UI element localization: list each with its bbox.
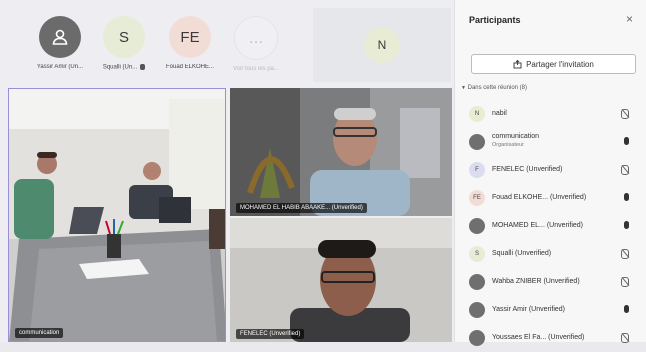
mic-muted-icon bbox=[621, 109, 629, 119]
video-fenelec[interactable]: FENELEC (Unverified) bbox=[230, 218, 452, 342]
participant-list: N nabil communication Organisateur F FEN… bbox=[455, 100, 646, 352]
person-icon bbox=[52, 29, 68, 45]
avatar: F bbox=[469, 162, 485, 178]
close-icon[interactable]: × bbox=[626, 12, 633, 26]
participant-row[interactable]: S Squalli (Unverified) bbox=[455, 240, 646, 268]
participant-name: communication bbox=[492, 133, 540, 140]
more-icon: … bbox=[234, 16, 278, 60]
mic-off-icon bbox=[140, 64, 146, 70]
tile-fouad[interactable]: FE Fouad ELKOHE... bbox=[154, 8, 226, 82]
meeting-stage: Yassir Amir (Un... S Squalli (Un... FE F… bbox=[0, 0, 454, 342]
person-icon bbox=[469, 134, 485, 150]
person-icon bbox=[469, 330, 485, 346]
participant-name: Squalli (Unverified) bbox=[492, 250, 552, 257]
avatar: S bbox=[469, 246, 485, 262]
share-invite-button[interactable]: Partager l'invitation bbox=[471, 54, 636, 74]
conference-room-image bbox=[9, 89, 225, 341]
tile-squalli[interactable]: S Squalli (Un... bbox=[88, 8, 160, 82]
share-icon bbox=[513, 59, 522, 68]
tile-name: Fouad ELKOHE... bbox=[165, 64, 215, 70]
participant-role: Organisateur bbox=[492, 142, 524, 148]
participant-row[interactable]: F FENELEC (Unverified) bbox=[455, 156, 646, 184]
tile-see-all[interactable]: … Voir tous les pa... bbox=[220, 8, 292, 82]
share-label: Partager l'invitation bbox=[526, 59, 594, 69]
participant-name: MOHAMED EL... (Unverified) bbox=[492, 222, 584, 229]
mic-muted-icon bbox=[621, 249, 629, 259]
participant-row[interactable]: Yassir Amir (Unverified) bbox=[455, 296, 646, 324]
tile-name: Squalli (Un... bbox=[102, 64, 138, 71]
video-label: communication bbox=[15, 328, 64, 338]
avatar: N bbox=[469, 106, 485, 122]
tile-name: Yassir Amir (Un... bbox=[36, 64, 84, 70]
avatar: N bbox=[364, 27, 400, 63]
avatar: S bbox=[103, 16, 145, 58]
video-label: FENELEC (Unverified) bbox=[236, 329, 305, 339]
panel-title: Participants bbox=[469, 15, 521, 25]
video-communication[interactable]: communication bbox=[8, 88, 226, 342]
mic-icon bbox=[624, 221, 629, 229]
avatar: FE bbox=[169, 16, 211, 58]
participant-name: Wahba ZNIBER (Unverified) bbox=[492, 278, 580, 285]
participant-name: Yassir Amir (Unverified) bbox=[492, 306, 565, 313]
participant-row[interactable]: FE Fouad ELKOHE... (Unverified) bbox=[455, 184, 646, 212]
participant-row[interactable]: Youssaes El Fa... (Unverified) bbox=[455, 324, 646, 352]
participant-row[interactable]: Wahba ZNIBER (Unverified) bbox=[455, 268, 646, 296]
participant-row[interactable]: MOHAMED EL... (Unverified) bbox=[455, 212, 646, 240]
mic-muted-icon bbox=[621, 165, 629, 175]
tile-yassir[interactable]: Yassir Amir (Un... bbox=[24, 8, 96, 82]
participant-video-image bbox=[230, 218, 452, 342]
person-icon bbox=[469, 218, 485, 234]
participant-row[interactable]: N nabil bbox=[455, 100, 646, 128]
video-label: MOHAMED EL HABIB ABAAKE... (Unverified) bbox=[236, 203, 367, 213]
participant-row[interactable]: communication Organisateur bbox=[455, 128, 646, 156]
participants-panel: Participants × Partager l'invitation ▼ D… bbox=[454, 0, 646, 346]
participant-name: Fouad ELKOHE... (Unverified) bbox=[492, 194, 587, 201]
mic-icon bbox=[624, 137, 629, 145]
participant-name: nabil bbox=[492, 110, 507, 117]
participant-name: Youssaes El Fa... (Unverified) bbox=[492, 334, 585, 341]
section-label: Dans cette réunion (8) bbox=[467, 85, 527, 91]
avatar bbox=[39, 16, 81, 58]
person-icon bbox=[469, 302, 485, 318]
chevron-down-icon: ▼ bbox=[461, 85, 466, 91]
tile-nabil[interactable]: N bbox=[313, 8, 451, 82]
section-in-meeting[interactable]: ▼ Dans cette réunion (8) bbox=[461, 85, 527, 91]
video-mohamed[interactable]: MOHAMED EL HABIB ABAAKE... (Unverified) bbox=[230, 88, 452, 216]
avatar: FE bbox=[469, 190, 485, 206]
tile-name: Voir tous les pa... bbox=[232, 66, 280, 72]
mic-icon bbox=[624, 305, 629, 313]
participant-name: FENELEC (Unverified) bbox=[492, 166, 563, 173]
person-icon bbox=[469, 274, 485, 290]
mic-muted-icon bbox=[621, 277, 629, 287]
participant-strip: Yassir Amir (Un... S Squalli (Un... FE F… bbox=[0, 8, 312, 82]
mic-icon bbox=[624, 193, 629, 201]
participant-video-image bbox=[230, 88, 452, 216]
